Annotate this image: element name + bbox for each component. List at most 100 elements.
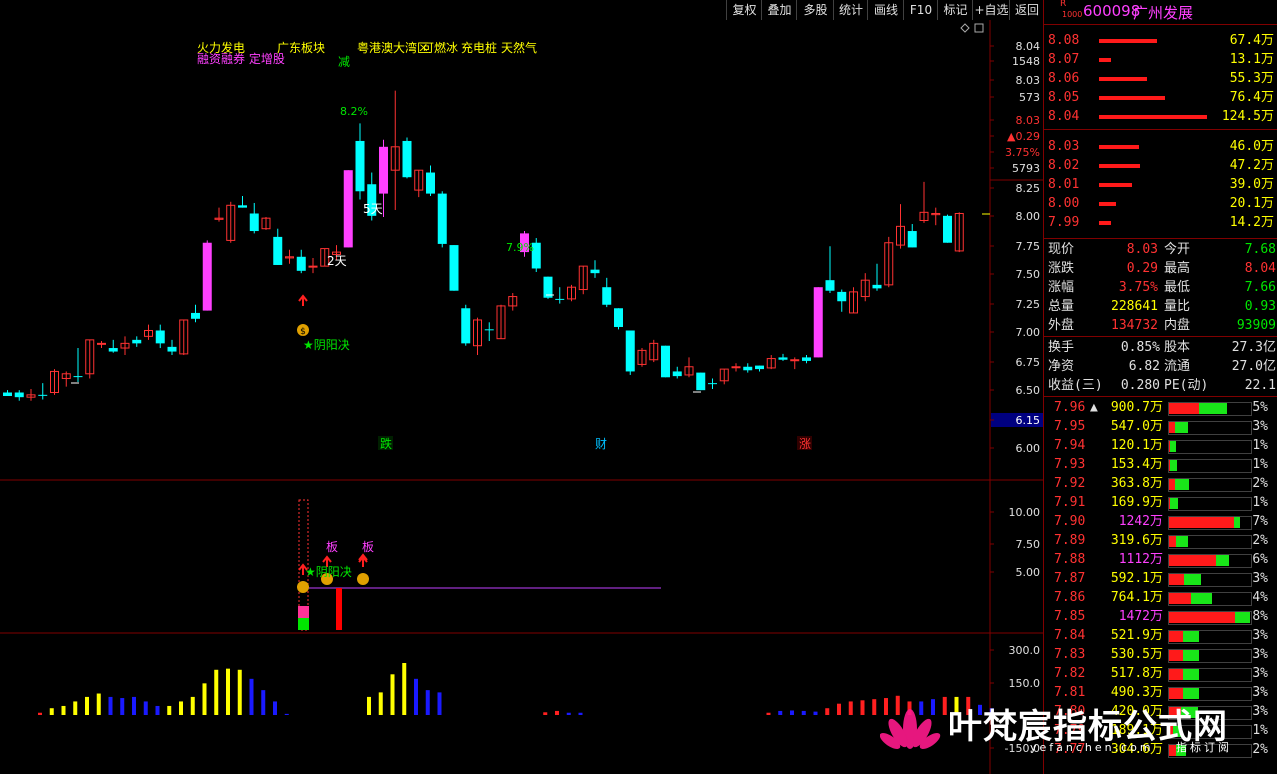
price-axis-tick: 8.03 (1016, 74, 1041, 87)
volume-bar (390, 674, 395, 715)
order-price: 8.06 (1048, 71, 1080, 86)
quote-label: 现价 (1048, 242, 1075, 257)
candle (202, 240, 212, 311)
candle (602, 277, 612, 308)
toolbar-button-4[interactable]: 画线 (867, 0, 904, 20)
order-volume: 39.0万 (1229, 177, 1274, 192)
candle-body (872, 284, 882, 289)
dist-bar-frame (1168, 459, 1252, 473)
buy-order-row: 7.99 14.2万 (1044, 213, 1277, 232)
stock-code[interactable]: 600098 (1083, 2, 1140, 20)
volume-bar (237, 669, 242, 715)
dist-price: 7.93 (1054, 457, 1086, 472)
stock-badge-top: R (1060, 0, 1067, 9)
dist-price: 7.82 (1054, 666, 1086, 681)
wealth-label: 财 (595, 437, 607, 451)
order-volume-bar (1099, 58, 1111, 62)
toolbar-button-0[interactable]: 复权 (726, 0, 762, 20)
candle-body (778, 357, 788, 360)
price-axis-tick: 7.00 (1016, 326, 1041, 339)
candle (461, 304, 471, 346)
candle (696, 372, 706, 391)
candle-body (602, 287, 612, 305)
dist-bar-frame (1168, 421, 1252, 435)
stock-name[interactable]: 广州发展 (1133, 2, 1193, 23)
dist-price: 7.89 (1054, 533, 1086, 548)
volume-bar (120, 698, 125, 715)
candle (872, 263, 882, 291)
dist-pct: 3% (1252, 647, 1268, 662)
price-dist-row: 7.83 530.5万 3% (1044, 645, 1277, 664)
toolbar-button-2[interactable]: 多股 (796, 0, 834, 20)
sub-bar-red (336, 588, 342, 630)
volume-bar (155, 705, 160, 715)
fund-label: 换手 (1048, 340, 1075, 355)
reduce-label: 减 (338, 55, 350, 69)
candle-body (731, 366, 741, 369)
candle (14, 390, 24, 401)
quote-row: 现价 8.03 今开 7.68 (1044, 240, 1277, 259)
concept-tag: 充电桩 (461, 40, 497, 55)
order-price: 8.03 (1048, 139, 1080, 154)
price-axis-tick: 8.04 (1016, 40, 1041, 53)
concept-tag: 天然气 (501, 40, 537, 55)
order-volume-bar (1099, 164, 1141, 168)
sell-order-row: 8.05 76.4万 (1044, 88, 1277, 107)
price-dist-row: 7.82 517.8万 3% (1044, 664, 1277, 683)
candle-body (743, 366, 753, 371)
candle (755, 365, 764, 372)
days-label-2: 2天 (327, 254, 347, 268)
dist-pct: 3% (1252, 628, 1268, 643)
candle (508, 293, 518, 311)
candle (238, 195, 247, 208)
order-price: 7.99 (1048, 215, 1080, 230)
money-bag-icon (297, 581, 309, 593)
candle (390, 90, 400, 210)
price-dist-row: 7.93 153.4万 1% (1044, 455, 1277, 474)
candle (402, 137, 412, 179)
candle-body (38, 394, 48, 396)
dist-price: 7.91 (1054, 495, 1086, 510)
candle (343, 170, 353, 248)
order-volume: 124.5万 (1221, 109, 1274, 124)
toolbar-button-5[interactable]: F10 (903, 0, 938, 20)
sell-order-row: 8.08 67.4万 (1044, 31, 1277, 50)
candle-body (426, 172, 435, 194)
volume-bar (132, 696, 136, 715)
volume-bar (96, 693, 101, 715)
dist-price: 7.96 (1054, 400, 1086, 415)
volume-bar (425, 690, 430, 715)
order-volume: 67.4万 (1229, 33, 1274, 48)
fall-label: 跌 (380, 436, 392, 451)
candle-body (790, 359, 800, 362)
price-axis-tick: 1548 (1012, 55, 1040, 68)
candle-body (696, 372, 706, 391)
volume-bar (437, 692, 442, 715)
candle (26, 388, 36, 401)
toolbar-button-3[interactable]: 统计 (833, 0, 868, 20)
dist-volume: 1242万 (1118, 514, 1163, 529)
dist-pct: 1% (1252, 438, 1268, 453)
sub-yinyang-label: ★阴阳决 (305, 565, 352, 579)
volume-bar (543, 712, 548, 715)
dist-bar-frame (1168, 611, 1252, 625)
candle-body (3, 392, 12, 397)
volume-bar (813, 711, 818, 715)
volume-bar (226, 668, 230, 715)
dist-volume: 517.8万 (1110, 666, 1163, 681)
order-price: 8.02 (1048, 158, 1080, 173)
quote-value: 7.66 (1244, 280, 1276, 295)
toolbar-button-6[interactable]: 标记 (937, 0, 973, 20)
toolbar-button-7[interactable]: +自选 (972, 0, 1010, 20)
fundamental-row: 收益(三) 0.280 PE(动) 22.1 (1044, 376, 1277, 395)
toolbar-button-8[interactable]: 返回 (1009, 0, 1044, 20)
volume-bar (566, 712, 571, 715)
candle-body (73, 376, 83, 378)
price-axis-tick: 6.00 (1016, 442, 1041, 455)
candle-body (625, 330, 635, 372)
dist-price: 7.95 (1054, 419, 1086, 434)
volume-bar (790, 710, 794, 715)
toolbar-button-1[interactable]: 叠加 (761, 0, 797, 20)
dist-volume: 530.5万 (1110, 647, 1163, 662)
price-axis-tick: 7.50 (1016, 268, 1041, 281)
